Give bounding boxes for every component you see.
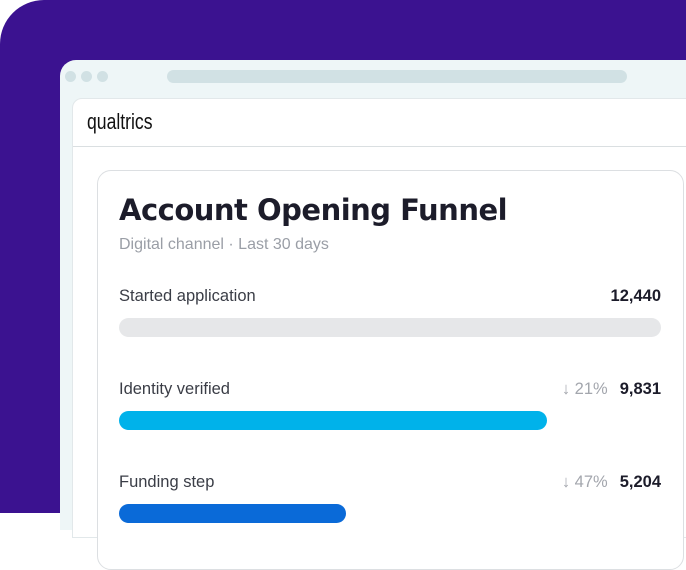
window-dot-icon (65, 71, 76, 82)
step-bar-fill (119, 411, 548, 430)
card-title: Account Opening Funnel (119, 193, 508, 227)
step-label: Started application (119, 287, 256, 305)
step-value: 5,204 (619, 473, 661, 491)
address-bar[interactable] (167, 70, 627, 83)
step-label: Funding step (119, 473, 215, 491)
page: qualtrics Account Opening Funnel Digital… (72, 98, 686, 570)
step-drop: ↓ 47% (561, 473, 608, 491)
qualtrics-logo: qualtrics (87, 109, 153, 134)
browser-window: qualtrics Account Opening Funnel Digital… (60, 60, 686, 570)
step-value: 9,831 (619, 380, 661, 398)
step-bar-track (119, 318, 661, 337)
header-divider (73, 146, 686, 147)
step-value: 12,440 (610, 287, 661, 305)
window-dot-icon (97, 71, 108, 82)
step-bar-fill (119, 504, 346, 523)
step-label: Identity verified (119, 380, 230, 398)
window-dot-icon (81, 71, 92, 82)
card-subtitle: Digital channel · Last 30 days (119, 236, 329, 253)
funnel-card: Account Opening Funnel Digital channel ·… (97, 170, 684, 570)
step-drop: ↓ 21% (561, 380, 608, 398)
